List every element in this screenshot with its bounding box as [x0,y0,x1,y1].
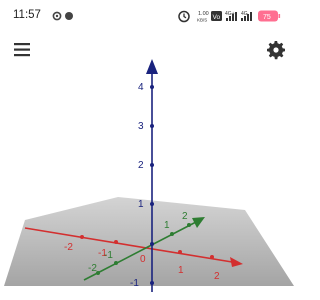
x-label-neg2: -2 [64,242,73,253]
origin-point [150,242,154,246]
app-bar [0,30,300,70]
x-label-1: 1 [178,265,184,276]
z-label-4: 4 [138,82,144,93]
xy-plane [4,197,294,286]
z-label-2: 2 [138,160,144,171]
z-label-neg1: -1 [130,278,139,289]
gear-icon[interactable] [264,38,288,62]
x-label-2: 2 [214,271,220,282]
y-label-neg2: -2 [88,263,97,274]
hamburger-menu-icon[interactable] [12,39,34,61]
z-label-1: 1 [138,199,144,210]
y-label-2: 2 [182,211,188,222]
y-label-1: 1 [164,220,170,231]
y-label-neg1: -1 [104,250,113,261]
z-label-3: 3 [138,121,144,132]
origin-label: 0 [140,254,146,265]
